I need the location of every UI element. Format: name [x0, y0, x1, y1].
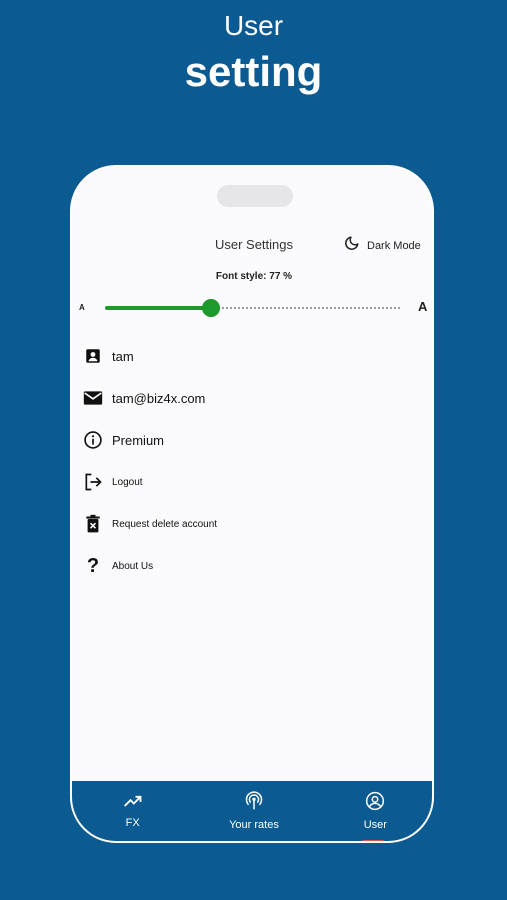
menu-item-delete-account[interactable]: Request delete account: [72, 503, 432, 545]
menu-item-email[interactable]: tam@biz4x.com: [72, 377, 432, 419]
broadcast-icon: [244, 791, 264, 814]
tab-your-rates[interactable]: Your rates: [193, 781, 314, 841]
menu-item-label: tam@biz4x.com: [112, 390, 206, 406]
menu-item-label: tam: [112, 348, 134, 364]
menu-item-label: Logout: [112, 476, 143, 488]
font-slider-thumb[interactable]: [202, 299, 221, 317]
contact-icon: [83, 346, 103, 366]
bottom-nav: FX Your rates User: [72, 781, 432, 841]
phone-notch: [217, 185, 293, 207]
menu-item-premium[interactable]: Premium: [72, 419, 432, 461]
menu-item-username[interactable]: tam: [72, 335, 432, 377]
tab-label: FX: [125, 817, 140, 829]
font-large-glyph: A: [418, 299, 428, 314]
hero-title-main: setting: [184, 48, 323, 95]
tab-fx[interactable]: FX: [72, 781, 193, 841]
dark-mode-label: Dark Mode: [367, 239, 421, 252]
logout-icon: [83, 472, 103, 492]
trending-up-icon: [123, 793, 143, 812]
user-circle-icon: [365, 791, 385, 814]
menu-item-about-us[interactable]: ? About Us: [72, 545, 432, 587]
menu-item-label: Request delete account: [112, 518, 218, 530]
hero-title-top: User: [223, 10, 284, 41]
tab-label: User: [363, 819, 387, 831]
font-slider-fill: [105, 306, 212, 310]
active-tab-indicator: [362, 840, 384, 841]
menu-item-logout[interactable]: Logout: [72, 461, 432, 503]
question-icon: ?: [86, 554, 100, 577]
menu-item-label: Premium: [112, 432, 165, 448]
tab-label: Your rates: [229, 819, 279, 831]
font-small-glyph: A: [79, 303, 85, 312]
tab-user[interactable]: User: [315, 781, 432, 841]
info-icon: [83, 430, 103, 450]
mail-icon: [83, 388, 103, 408]
dark-mode-toggle[interactable]: Dark Mode: [342, 235, 421, 256]
phone-frame: User Settings Dark Mode Font style: 77 %…: [70, 165, 434, 843]
menu-item-label: About Us: [112, 560, 154, 572]
settings-menu: tam tam@biz4x.com Premium Logout Request…: [72, 335, 432, 587]
font-style-label: Font style: 77 %: [215, 271, 293, 282]
trash-icon: [83, 514, 103, 534]
moon-icon: [342, 235, 360, 256]
